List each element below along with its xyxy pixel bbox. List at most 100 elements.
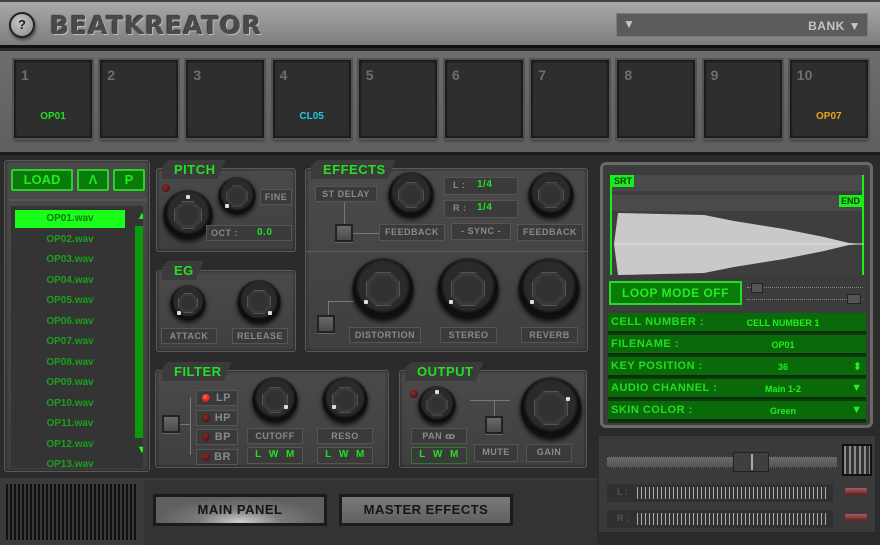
fx-bypass-toggle[interactable]: [317, 315, 335, 333]
pad-1[interactable]: 1 OP01: [14, 60, 92, 138]
end-marker[interactable]: END: [838, 195, 862, 207]
start-marker[interactable]: SRT: [612, 175, 634, 187]
grip-icon[interactable]: [842, 444, 872, 476]
file-list-item[interactable]: OP08.wav: [15, 354, 125, 372]
spinner-icon[interactable]: ⬍: [853, 360, 862, 373]
info-value: OP01: [771, 340, 795, 350]
mute-toggle[interactable]: [485, 416, 503, 434]
lwm-l[interactable]: L: [419, 449, 425, 460]
loop-mode-button[interactable]: LOOP MODE OFF: [609, 281, 742, 305]
delay-r-display: R : 1/4: [444, 200, 518, 218]
lwm-w[interactable]: W: [269, 449, 279, 460]
st-delay-toggle[interactable]: [335, 224, 353, 242]
lwm-l[interactable]: L: [255, 449, 261, 460]
pad-10[interactable]: 10 OP07: [789, 60, 868, 138]
file-list-item[interactable]: OP11.wav: [15, 415, 125, 433]
cutoff-lwm-selector[interactable]: L W M: [247, 447, 303, 464]
filter-type-lp[interactable]: LP: [196, 390, 238, 406]
file-list-item[interactable]: OP01.wav: [15, 210, 125, 228]
pad-3[interactable]: 3: [186, 60, 265, 138]
lwm-m[interactable]: M: [286, 449, 295, 460]
lwm-m[interactable]: M: [356, 449, 365, 460]
file-list-item[interactable]: OP10.wav: [15, 395, 125, 413]
preview-button[interactable]: P: [113, 169, 145, 191]
filter-type-hp[interactable]: HP: [196, 409, 238, 426]
gain-label: GAIN: [526, 444, 572, 462]
reso-knob[interactable]: [322, 377, 368, 423]
pad-5[interactable]: 5: [358, 60, 437, 138]
delay-feedback-left-knob[interactable]: [388, 172, 434, 218]
pad-6[interactable]: 6: [445, 60, 523, 138]
file-list-item[interactable]: OP12.wav: [15, 436, 125, 454]
pad-number: 2: [107, 67, 115, 83]
release-knob[interactable]: [237, 280, 281, 324]
file-list-item[interactable]: OP09.wav: [15, 374, 125, 392]
zoom-start-slider-handle[interactable]: [751, 283, 763, 293]
pad-number: 3: [193, 67, 202, 83]
connector-line: [344, 202, 345, 226]
filter-type-br[interactable]: BR: [196, 448, 238, 465]
start-marker-track[interactable]: [612, 175, 862, 191]
filter-type-toggle[interactable]: [162, 415, 180, 433]
cell-info-row[interactable]: KEY POSITION : 36 ⬍: [608, 357, 866, 377]
pad-number: 7: [538, 67, 546, 83]
file-list-scrollbar[interactable]: [135, 226, 143, 438]
zoom-end-slider-handle[interactable]: [847, 294, 861, 304]
file-list-item[interactable]: OP03.wav: [15, 251, 125, 269]
sync-button[interactable]: - SYNC -: [451, 223, 511, 240]
delay-l-value: 1/4: [477, 179, 493, 190]
file-list-item[interactable]: OP04.wav: [15, 272, 125, 290]
scroll-up-icon[interactable]: ▲: [135, 210, 143, 222]
pan-lwm-selector[interactable]: L W M: [411, 447, 467, 464]
file-list-item[interactable]: OP06.wav: [15, 313, 125, 331]
delay-r-value: 1/4: [477, 202, 493, 213]
dropdown-arrow-icon[interactable]: ▼: [851, 404, 862, 416]
filter-type-bp[interactable]: BP: [196, 429, 238, 445]
stereo-knob[interactable]: [437, 258, 499, 320]
distortion-knob[interactable]: [352, 258, 414, 320]
reverb-label: REVERB: [521, 327, 578, 343]
cell-info-row[interactable]: AUDIO CHANNEL : Main 1-2 ▼: [608, 379, 866, 399]
pad-9[interactable]: 9: [703, 60, 782, 138]
bank-dropdown-arrow-icon[interactable]: ▼: [623, 17, 635, 31]
cutoff-knob[interactable]: [252, 377, 298, 423]
pitch-fine-knob[interactable]: [218, 177, 256, 215]
pan-knob[interactable]: [418, 386, 456, 424]
help-button[interactable]: ?: [9, 12, 35, 38]
gain-knob[interactable]: [520, 377, 582, 439]
connector-line: [470, 400, 510, 401]
file-list-item[interactable]: OP13.wav: [15, 456, 125, 468]
end-marker-track[interactable]: [612, 195, 862, 211]
lwm-m[interactable]: M: [450, 449, 459, 460]
file-list-item[interactable]: OP02.wav: [15, 231, 125, 249]
dropdown-arrow-icon[interactable]: ▼: [851, 382, 862, 394]
bank-dropdown[interactable]: ▼ BANK ▼: [616, 13, 868, 37]
pad-number: 9: [710, 67, 719, 83]
up-folder-button[interactable]: Λ: [77, 169, 109, 191]
filter-led: [202, 413, 210, 422]
meter-left-label: L :: [617, 487, 628, 497]
lwm-l[interactable]: L: [325, 449, 331, 460]
lwm-w[interactable]: W: [339, 449, 349, 460]
scroll-down-icon[interactable]: ▼: [135, 444, 143, 456]
pad-4[interactable]: 4 CL05: [272, 60, 351, 138]
file-list-item[interactable]: OP05.wav: [15, 292, 125, 310]
pad-8[interactable]: 8: [617, 60, 696, 138]
file-list-item[interactable]: OP07.wav: [15, 333, 125, 351]
reverb-knob[interactable]: [518, 258, 580, 320]
bank-label: BANK ▼: [808, 19, 861, 33]
attack-knob[interactable]: [170, 285, 206, 321]
pad-7[interactable]: 7: [531, 60, 610, 138]
main-panel-button[interactable]: MAIN PANEL: [153, 494, 327, 526]
pad-2[interactable]: 2: [100, 60, 179, 138]
crossfader-track[interactable]: [607, 456, 837, 468]
crossfader-handle[interactable]: [733, 452, 770, 472]
file-browser-panel: LOAD Λ P ▲ ▼ OP01.wav OP02.wav OP03.wav OP0…: [4, 160, 150, 472]
cell-info-row[interactable]: SKIN COLOR : Green ▼: [608, 401, 866, 421]
master-effects-button[interactable]: MASTER EFFECTS: [339, 494, 513, 526]
delay-feedback-right-knob[interactable]: [528, 172, 574, 218]
waveform-display[interactable]: SRT END: [610, 175, 864, 275]
load-button[interactable]: LOAD: [11, 169, 73, 191]
lwm-w[interactable]: W: [433, 449, 443, 460]
reso-lwm-selector[interactable]: L W M: [317, 447, 373, 464]
